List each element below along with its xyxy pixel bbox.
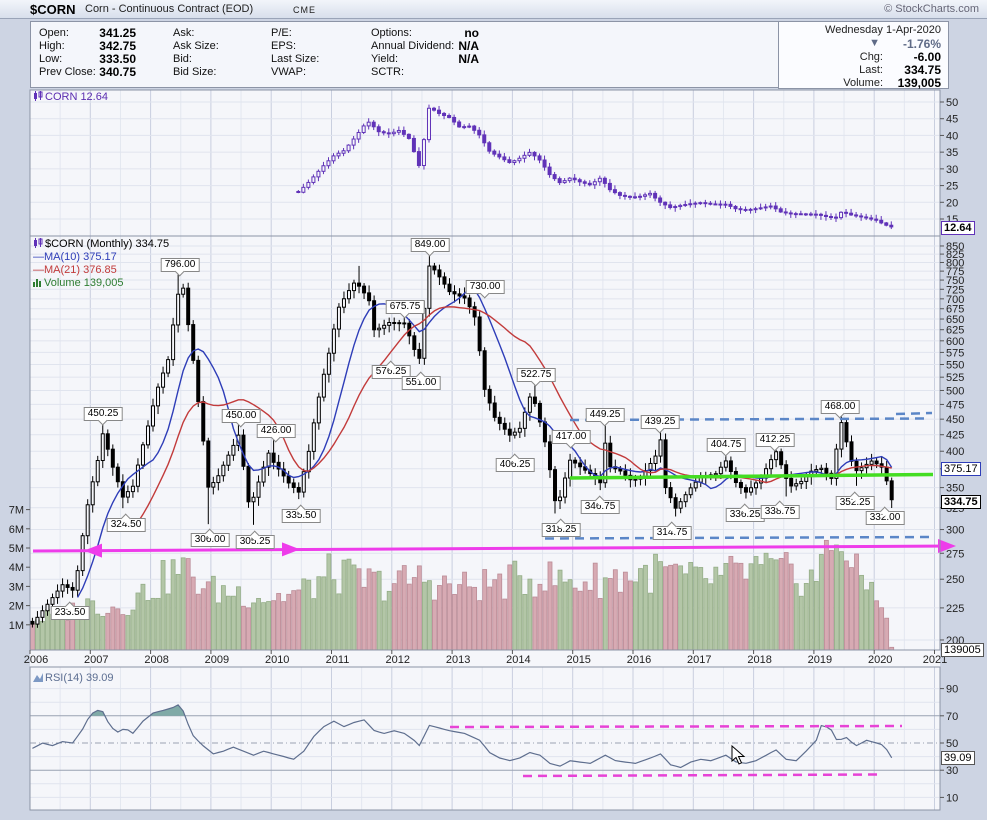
main-y-tick: 425 xyxy=(946,430,964,442)
price-callout: 406.25 xyxy=(496,458,535,472)
main-y-tick: 400 xyxy=(946,446,964,458)
price-callout: 233.50 xyxy=(51,606,90,620)
x-year-label: 2016 xyxy=(627,654,651,666)
axis-price-box: 12.64 xyxy=(941,221,975,235)
x-year-label: 2018 xyxy=(747,654,771,666)
price-callout: 336.25 xyxy=(726,508,765,522)
volume-y-tick: 5M xyxy=(9,543,24,555)
volume-y-tick: 3M xyxy=(9,581,24,593)
rsi-y-tick: 30 xyxy=(946,765,958,777)
x-year-label: 2015 xyxy=(566,654,590,666)
main-y-tick: 450 xyxy=(946,414,964,426)
top-chart-legend: CORN 12.64 xyxy=(33,91,108,103)
volume-y-tick: 1M xyxy=(9,620,24,632)
top-chart-legend-text: CORN 12.64 xyxy=(45,91,108,103)
price-callout: 412.25 xyxy=(756,433,795,447)
x-year-label: 2009 xyxy=(205,654,229,666)
candlestick-icon xyxy=(33,91,43,101)
rsi-y-tick: 10 xyxy=(946,792,958,804)
main-y-tick: 350 xyxy=(946,483,964,495)
price-callout: 352.25 xyxy=(836,496,875,510)
stockcharts-page: $CORN Corn - Continuous Contract (EOD) C… xyxy=(0,0,987,820)
x-year-label: 2012 xyxy=(386,654,410,666)
price-callout: 332.00 xyxy=(866,511,905,525)
x-year-label: 2008 xyxy=(144,654,168,666)
rsi-y-tick: 90 xyxy=(946,684,958,696)
volume-y-tick: 7M xyxy=(9,505,24,517)
x-year-label: 2006 xyxy=(24,654,48,666)
top-y-tick: 25 xyxy=(946,181,958,193)
price-callout: 796.00 xyxy=(161,258,200,272)
axis-price-box: 375.17 xyxy=(941,462,981,476)
axis-price-box: 334.75 xyxy=(941,495,981,509)
price-callout: 522.75 xyxy=(517,368,556,382)
candlestick-icon xyxy=(33,238,43,248)
indicator-area-icon xyxy=(33,673,43,682)
x-year-label: 2014 xyxy=(506,654,530,666)
x-year-label: 2020 xyxy=(868,654,892,666)
main-y-tick: 225 xyxy=(946,603,964,615)
price-callout: 335.50 xyxy=(282,509,321,523)
price-callout: 849.00 xyxy=(411,238,450,252)
x-year-label: 2007 xyxy=(84,654,108,666)
volume-y-tick: 2M xyxy=(9,601,24,613)
ma10-legend: MA(10) 375.17 xyxy=(44,251,117,263)
top-y-tick: 30 xyxy=(946,164,958,176)
rsi-legend: RSI(14) 39.09 xyxy=(33,672,113,684)
ma21-swatch: — xyxy=(33,264,44,276)
volume-legend: Volume 139,005 xyxy=(44,277,124,289)
ma21-legend: MA(21) 376.85 xyxy=(44,264,117,276)
main-y-tick: 500 xyxy=(946,385,964,397)
price-callout: 675.75 xyxy=(386,300,425,314)
top-y-tick: 20 xyxy=(946,197,958,209)
ma10-swatch: — xyxy=(33,251,44,263)
price-callout: 306.00 xyxy=(191,533,230,547)
main-y-tick: 600 xyxy=(946,336,964,348)
main-y-tick: 475 xyxy=(946,399,964,411)
price-callout: 730.00 xyxy=(466,280,505,294)
top-y-tick: 50 xyxy=(946,97,958,109)
main-y-tick: 550 xyxy=(946,360,964,372)
top-y-tick: 40 xyxy=(946,130,958,142)
price-callout: 449.25 xyxy=(586,408,625,422)
upper-resistance-dashed-2 xyxy=(896,413,932,414)
price-callout: 318.25 xyxy=(542,523,581,537)
axis-price-box: 139005 xyxy=(941,643,984,657)
volume-bars-icon xyxy=(33,278,42,287)
top-y-tick: 45 xyxy=(946,114,958,126)
main-y-tick: 525 xyxy=(946,372,964,384)
price-callout: 404.75 xyxy=(707,438,746,452)
main-chart-title: $CORN (Monthly) 334.75 xyxy=(45,238,169,250)
price-callout: 314.75 xyxy=(653,526,692,540)
price-callout: 450.00 xyxy=(222,409,261,423)
price-callout: 551.00 xyxy=(402,376,441,390)
top-y-tick: 35 xyxy=(946,147,958,159)
price-callout: 338.75 xyxy=(761,505,800,519)
x-year-label: 2013 xyxy=(446,654,470,666)
volume-y-tick: 4M xyxy=(9,562,24,574)
price-callout: 324.50 xyxy=(107,518,146,532)
mouse-cursor xyxy=(731,745,749,765)
price-callout: 468.00 xyxy=(821,400,860,414)
rsi-y-tick: 70 xyxy=(946,711,958,723)
main-chart-legend: $CORN (Monthly) 334.75 —MA(10) 375.17 —M… xyxy=(33,238,169,290)
main-y-tick: 275 xyxy=(946,548,964,560)
main-y-tick: 575 xyxy=(946,347,964,359)
volume-y-tick: 6M xyxy=(9,524,24,536)
axis-price-box: 39.09 xyxy=(941,751,975,765)
rsi-legend-text: RSI(14) 39.09 xyxy=(45,672,113,684)
price-callout: 346.75 xyxy=(581,500,620,514)
x-year-label: 2017 xyxy=(687,654,711,666)
x-year-label: 2010 xyxy=(265,654,289,666)
rsi-y-tick: 50 xyxy=(946,738,958,750)
main-y-tick: 300 xyxy=(946,525,964,537)
x-year-label: 2019 xyxy=(808,654,832,666)
x-year-label: 2011 xyxy=(326,654,350,666)
price-callout: 439.25 xyxy=(641,415,680,429)
price-callout: 305.25 xyxy=(236,535,275,549)
price-callout: 450.25 xyxy=(84,407,123,421)
price-callout: 426.00 xyxy=(257,424,296,438)
main-y-tick: 250 xyxy=(946,574,964,586)
price-callout: 417.00 xyxy=(552,430,591,444)
